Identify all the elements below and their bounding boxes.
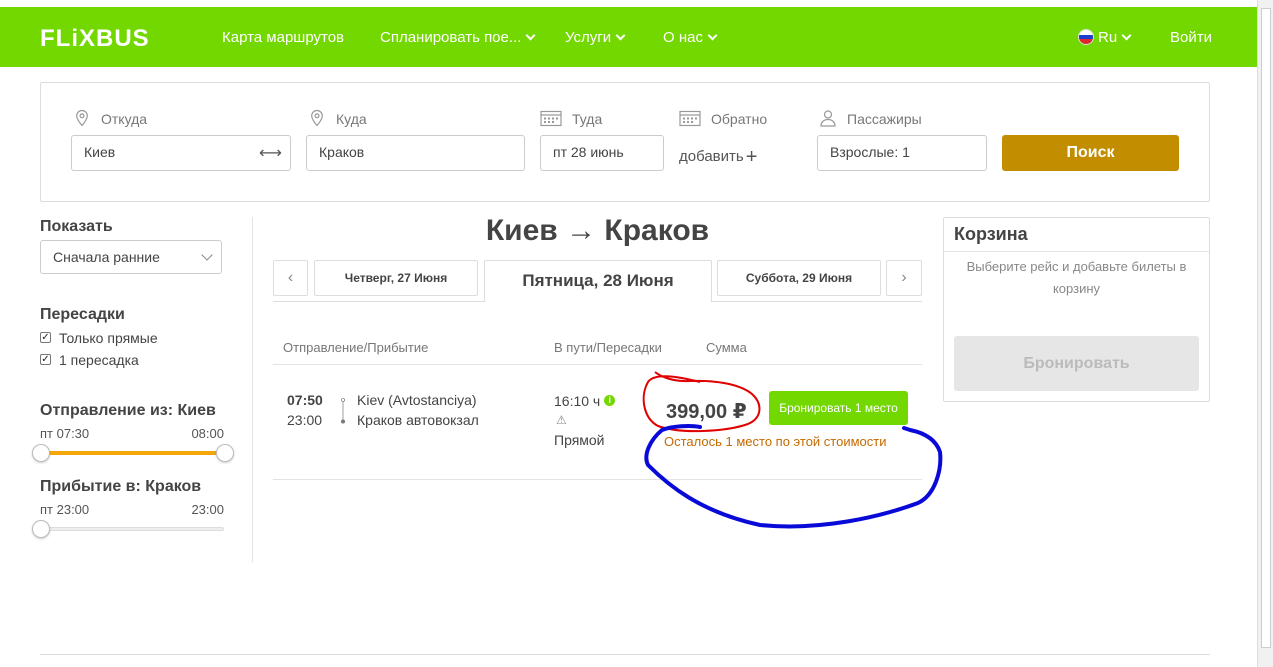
seats-left-notice: Осталось 1 место по этой стоимости bbox=[664, 434, 887, 449]
calendar-icon bbox=[540, 111, 562, 127]
route-line-icon bbox=[341, 398, 345, 424]
chevron-down-icon bbox=[525, 30, 536, 41]
arrival-slider[interactable] bbox=[40, 527, 224, 531]
search-panel: Откуда Киев ⟷ Куда Краков Туда пт 28 июн… bbox=[40, 82, 1210, 202]
cart-panel: Корзина Выберите рейс и добавьте билеты … bbox=[943, 217, 1210, 402]
plus-icon: + bbox=[745, 146, 758, 168]
passengers-label: Пассажиры bbox=[819, 110, 922, 129]
show-label: Показать bbox=[40, 218, 113, 235]
transfers-label: Пересадки bbox=[40, 306, 125, 323]
departure-time-range: пт 07:30 08:00 bbox=[40, 426, 224, 441]
person-icon bbox=[820, 110, 836, 127]
departure-slider[interactable] bbox=[40, 451, 225, 455]
transfer-type: Прямой bbox=[554, 432, 605, 448]
arrive-station[interactable]: Краков автовокзал bbox=[357, 412, 479, 428]
departure-slider-fill bbox=[41, 451, 225, 455]
cart-title: Корзина bbox=[954, 224, 1028, 244]
from-label: Откуда bbox=[73, 110, 147, 129]
to-label: Куда bbox=[308, 110, 367, 129]
nav-services[interactable]: Услуги bbox=[565, 29, 626, 46]
date-tab-selected[interactable]: Пятница, 28 Июня bbox=[484, 260, 712, 302]
date-tab-next-day[interactable]: Суббота, 29 Июня bbox=[717, 260, 881, 296]
arrival-slider-handle[interactable] bbox=[32, 520, 50, 538]
table-header-divider bbox=[273, 364, 922, 365]
depart-label: Туда bbox=[540, 111, 602, 129]
russia-flag-icon bbox=[1078, 29, 1094, 46]
login-link[interactable]: Войти bbox=[1170, 29, 1212, 46]
arrival-time-range: пт 23:00 23:00 bbox=[40, 502, 224, 517]
next-date-button[interactable]: › bbox=[886, 260, 922, 296]
footer-divider bbox=[40, 654, 1210, 655]
trip-row-divider bbox=[273, 479, 922, 480]
cart-divider bbox=[944, 251, 1209, 252]
route-title: Киев → Краков bbox=[485, 214, 710, 247]
checkbox-checked[interactable]: ✓ bbox=[40, 353, 51, 365]
col-departure-arrival: Отправление/Прибытие bbox=[283, 340, 429, 355]
chevron-down-icon bbox=[1121, 30, 1132, 41]
info-icon[interactable]: i bbox=[604, 394, 616, 406]
departure-filter-label: Отправление из: Киев bbox=[40, 402, 216, 419]
nav-route-map[interactable]: Карта маршрутов bbox=[222, 29, 344, 46]
language-selector[interactable]: Ru bbox=[1078, 29, 1132, 46]
chevron-down-icon bbox=[707, 30, 718, 41]
swap-directions-icon[interactable]: ⟷ bbox=[259, 143, 282, 163]
depart-time: 07:50 bbox=[287, 392, 323, 408]
site-header: FLiXBUS Карта маршрутов Спланировать пое… bbox=[0, 7, 1257, 67]
book-seat-button[interactable]: Бронировать 1 место bbox=[769, 391, 908, 425]
scrollbar-thumb[interactable] bbox=[1261, 8, 1271, 648]
passengers-input[interactable]: Взрослые: 1 bbox=[817, 135, 987, 171]
filter-direct-only[interactable]: ✓ Только прямые bbox=[40, 330, 158, 346]
trip-price: 399,00 ₽ bbox=[666, 401, 747, 423]
departure-slider-min-handle[interactable] bbox=[32, 444, 50, 462]
checkbox-checked[interactable]: ✓ bbox=[40, 331, 51, 343]
filter-one-transfer[interactable]: ✓ 1 пересадка bbox=[40, 352, 139, 368]
from-input[interactable]: Киев ⟷ bbox=[71, 135, 291, 171]
chevron-down-icon bbox=[615, 30, 626, 41]
search-button[interactable]: Поиск bbox=[1002, 135, 1179, 171]
warning-icon[interactable]: ⚠ bbox=[556, 413, 567, 427]
return-label: Обратно bbox=[679, 111, 767, 129]
departure-slider-max-handle[interactable] bbox=[216, 444, 234, 462]
calendar-icon bbox=[679, 111, 701, 127]
nav-about[interactable]: О нас bbox=[663, 29, 718, 46]
sidebar-divider bbox=[252, 217, 253, 562]
col-duration-transfers: В пути/Пересадки bbox=[554, 340, 662, 355]
arrival-filter-label: Прибытие в: Краков bbox=[40, 478, 202, 495]
trip-duration: 16:10 чi bbox=[554, 393, 616, 409]
cart-book-button[interactable]: Бронировать bbox=[954, 336, 1199, 391]
chevron-down-icon bbox=[201, 249, 213, 261]
col-sum: Сумма bbox=[706, 340, 747, 355]
to-input[interactable]: Краков bbox=[306, 135, 525, 171]
prev-date-button[interactable]: ‹ bbox=[273, 260, 308, 296]
arrive-time: 23:00 bbox=[287, 412, 323, 428]
location-pin-icon bbox=[76, 110, 88, 127]
location-pin-icon bbox=[311, 110, 323, 127]
browser-top-strip bbox=[0, 0, 1257, 7]
flixbus-logo[interactable]: FLiXBUS bbox=[40, 25, 150, 53]
add-return-date-link[interactable]: добавить + bbox=[679, 144, 758, 168]
depart-station[interactable]: Kiev (Avtostanciya) bbox=[357, 392, 477, 408]
page-scrollbar[interactable] bbox=[1257, 0, 1273, 667]
nav-plan-trip[interactable]: Спланировать пое... bbox=[380, 29, 536, 46]
cart-hint: Выберите рейс и добавьте билеты в корзин… bbox=[966, 259, 1187, 296]
depart-date-input[interactable]: пт 28 июнь bbox=[540, 135, 664, 171]
sort-select[interactable]: Сначала ранние bbox=[40, 240, 222, 274]
date-tab-prev-day[interactable]: Четверг, 27 Июня bbox=[314, 260, 478, 296]
